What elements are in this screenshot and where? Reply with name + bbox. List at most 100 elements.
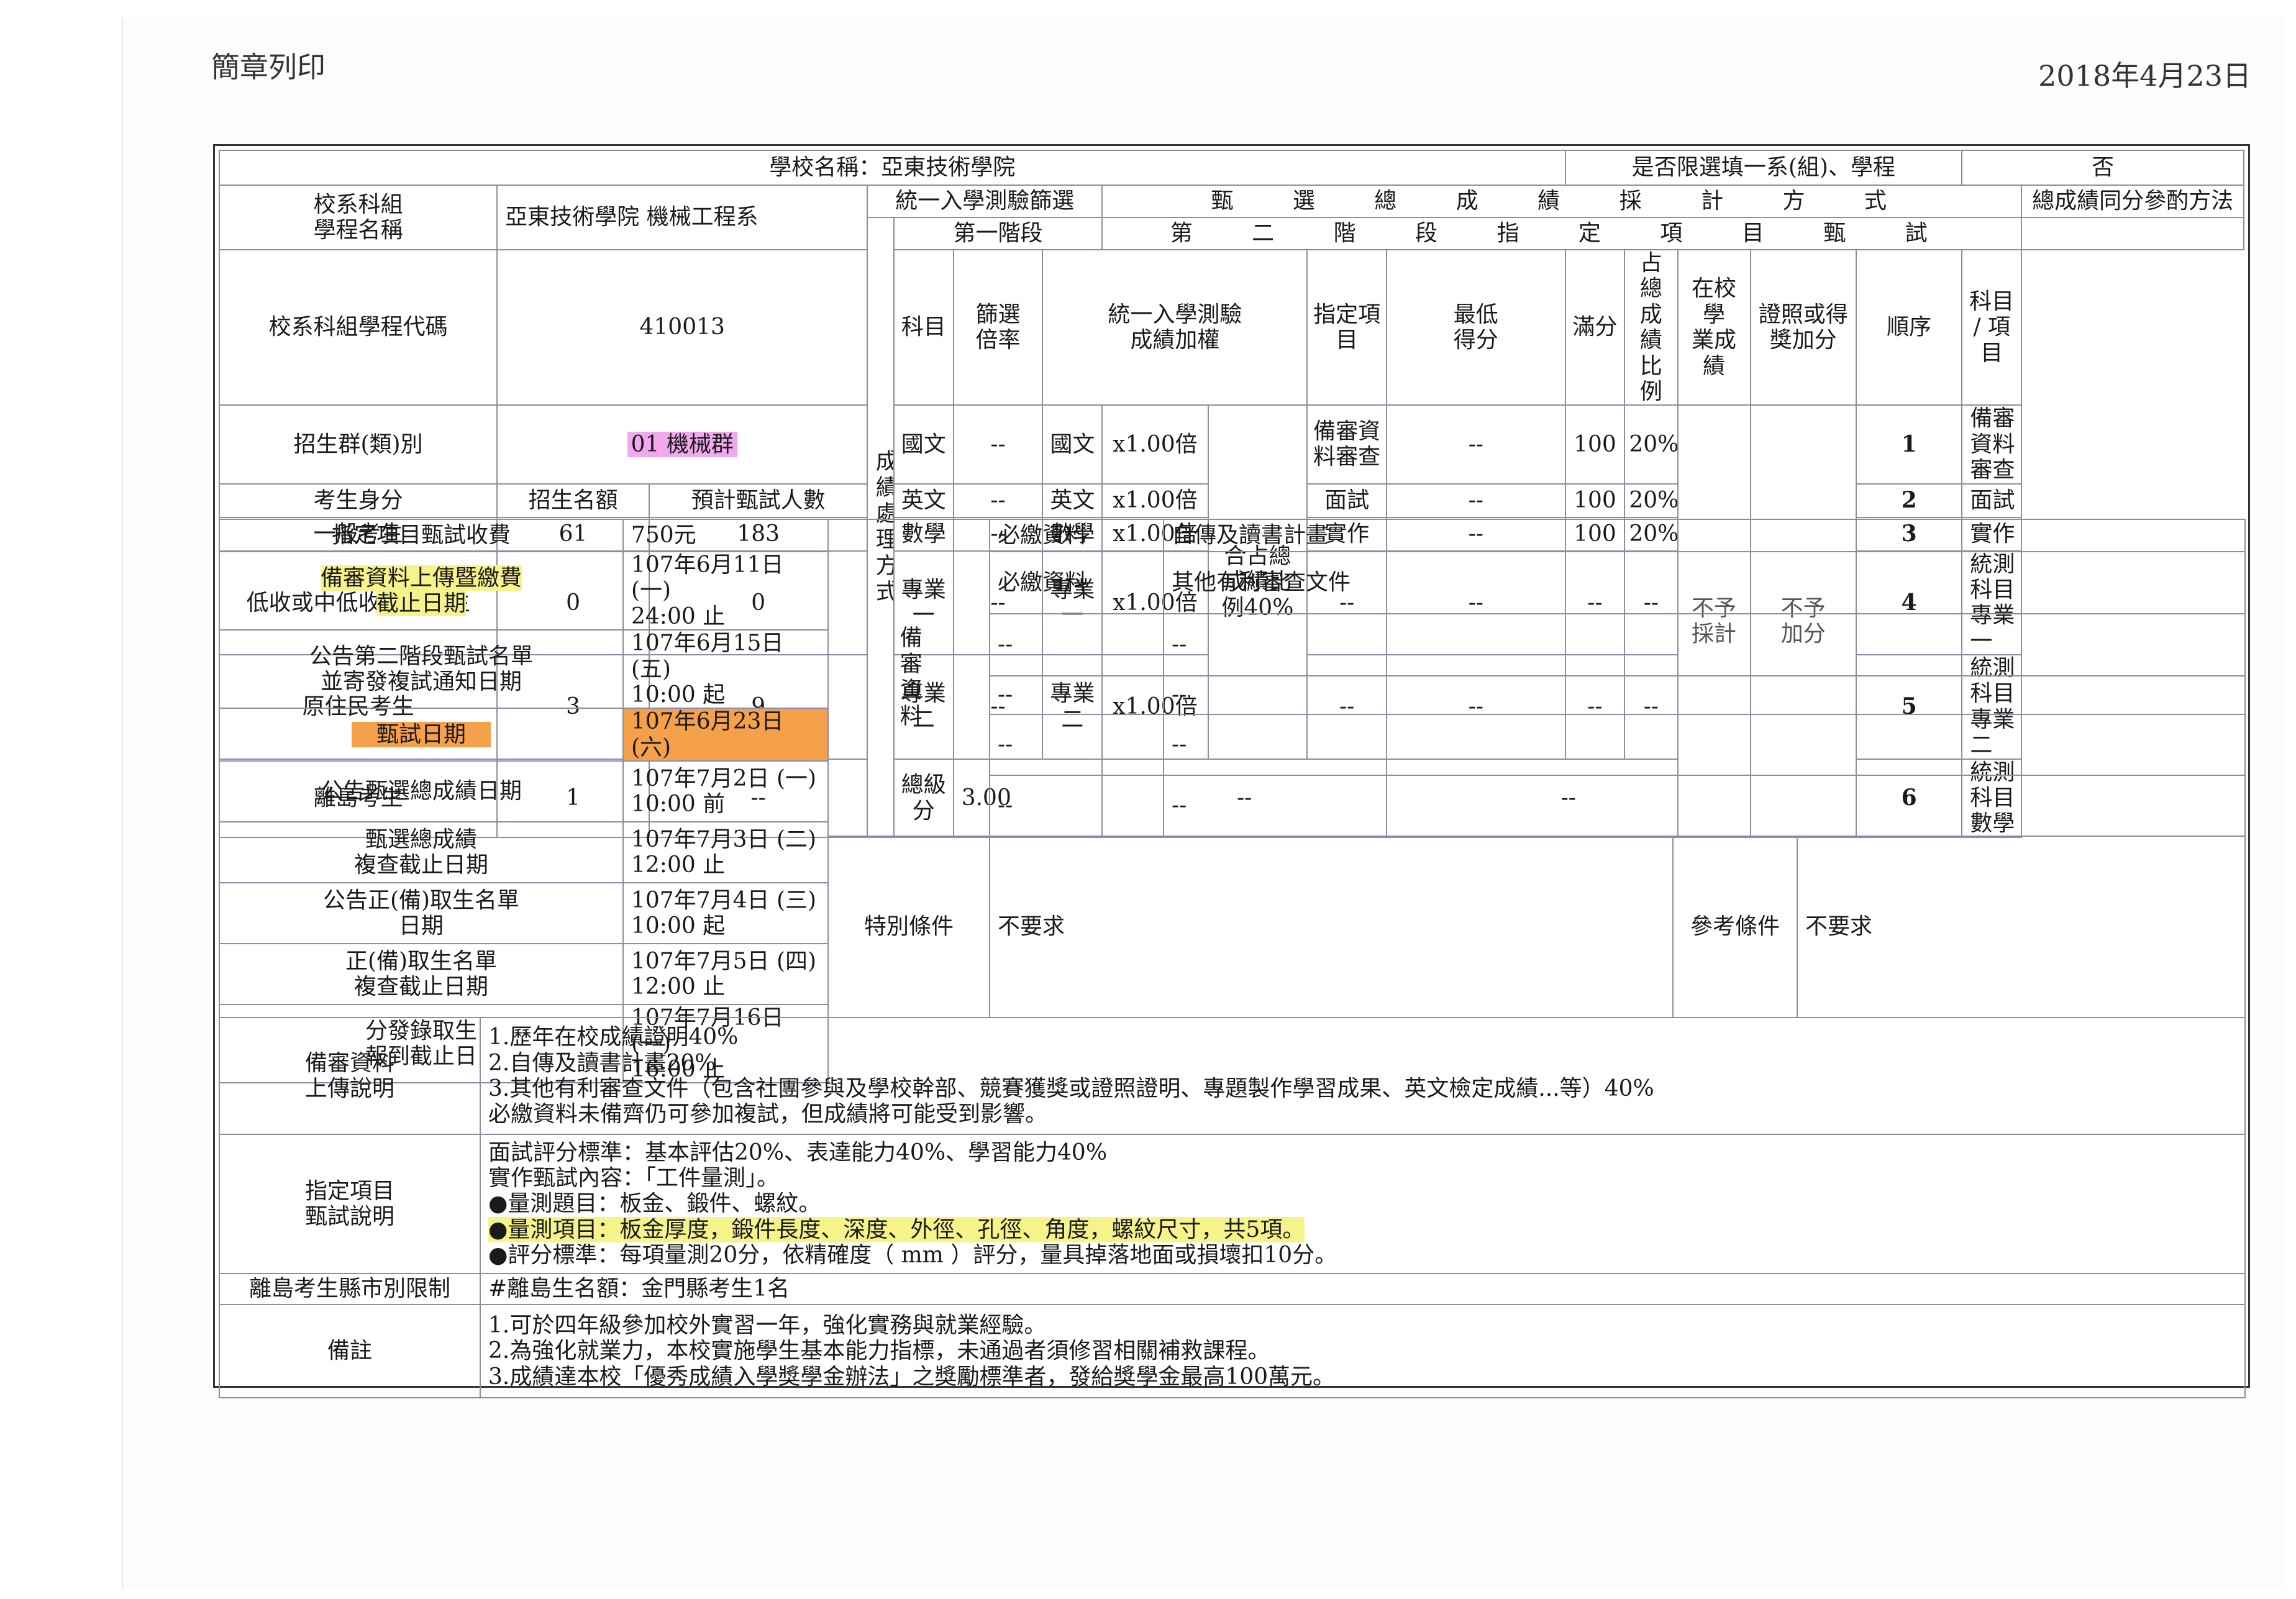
review-type: -- xyxy=(989,775,1164,837)
group-label: 招生群(類)別 xyxy=(218,404,498,485)
schedule-value: 107年7月4日 (三) 10:00 起 xyxy=(622,882,829,945)
col-weight: 統一入學測驗 成績加權 xyxy=(1042,248,1308,406)
review-content: -- xyxy=(1163,613,2246,676)
conditions-table: 特別條件 不要求 參考條件 不要求 xyxy=(827,836,2246,1018)
notes-line: 1.可於四年級參加校外實習一年，強化實務與就業經驗。 xyxy=(488,1312,1047,1338)
col-full: 滿分 xyxy=(1564,248,1626,406)
schedule-value: 750元 xyxy=(622,519,829,552)
island-value: #離島生名額：金門縣考生1名 xyxy=(480,1273,2246,1305)
tie-item: 面試 xyxy=(1961,483,2023,518)
col-order: 順序 xyxy=(1855,248,1963,406)
limit-value-cell: 否 xyxy=(1961,150,2244,186)
schedule-label: 甄選總成績 複查截止日期 xyxy=(219,821,624,884)
print-title: 簡章列印 xyxy=(211,50,326,84)
col-subject: 科目 xyxy=(893,248,954,406)
review-type: 必繳資料 xyxy=(989,519,1164,552)
schedule-label-cell: 備審資料上傳暨繳費 截止日期 xyxy=(219,550,624,631)
stage1-title: 統一入學測驗篩選 xyxy=(867,184,1103,218)
special-condition-label: 特別條件 xyxy=(827,836,990,1018)
island-label: 離島考生縣市別限制 xyxy=(219,1273,481,1305)
dept-name-label: 校系科組 學程名稱 xyxy=(218,184,498,250)
print-date: 2018年4月23日 xyxy=(2038,59,2251,93)
tie-no: 1 xyxy=(1855,404,1963,485)
group-value-cell: 01 機械群 xyxy=(496,404,868,485)
review-table: 備審資料 必繳資料 自傳及讀書計畫 必繳資料 其他有利審查文件 -- -- -- --… xyxy=(827,519,2246,837)
schedule-label: 公告正(備)取生名單 日期 xyxy=(219,882,624,945)
s2-full: 100 xyxy=(1564,404,1626,485)
stage2-subtitle: 第 二 階 段 指 定 項 目 甄 試 xyxy=(1101,217,2023,250)
schedule-label: 指定項目甄試收費 xyxy=(219,519,624,552)
review-type: -- xyxy=(989,613,1164,676)
review-side-cell: 備審資料 xyxy=(827,519,990,837)
upload-line: 2.自傳及讀書計畫20% xyxy=(488,1050,716,1076)
w-subject: 國文 xyxy=(1042,404,1103,485)
exam-line: 面試評分標準：基本評估20%、表達能力40%、學習能力40% xyxy=(488,1139,1108,1165)
schedule-label: 公告第二階段甄試名單 並寄發複試通知日期 xyxy=(219,629,624,709)
upload-lines: 1.歷年在校成績證明40% 2.自傳及讀書計畫20% 3.其他有利審查文件（包含… xyxy=(480,1017,2246,1135)
schedule-value: 107年6月11日 (一) 24:00 止 xyxy=(622,550,829,631)
schedule-value: 107年6月15日 (五) 10:00 起 xyxy=(622,629,829,709)
dept-name-value: 亞東技術學院 機械工程系 xyxy=(496,184,868,250)
col-ratio: 篩選 倍率 xyxy=(952,248,1044,406)
schedule-value: 107年7月2日 (一) 10:00 前 xyxy=(622,760,829,823)
code-value: 410013 xyxy=(496,248,868,406)
s2-min: -- xyxy=(1386,404,1566,485)
code-label: 校系科組學程代碼 xyxy=(218,248,498,406)
exam-lines: 面試評分標準：基本評估20%、表達能力40%、學習能力40% 實作甄試內容：「工… xyxy=(480,1134,2246,1274)
quota-header-identity: 考生身分 xyxy=(218,483,498,518)
col-school: 在校學 業成績 xyxy=(1677,248,1751,406)
s1-ratio: -- xyxy=(952,483,1044,518)
tie-no: 2 xyxy=(1855,483,1963,518)
notes-lines: 1.可於四年級參加校外實習一年，強化實務與就業經驗。 2.為強化就業力，本校實施… xyxy=(480,1304,2246,1398)
tie-blank xyxy=(2021,217,2244,250)
s1-subject: 國文 xyxy=(893,404,954,485)
upload-line: 必繳資料未備齊仍可參加複試，但成績將可能受到影響。 xyxy=(488,1101,1048,1128)
col-item: 指定項目 xyxy=(1306,248,1387,406)
schedule-label: 正(備)取生名單 複查截止日期 xyxy=(219,943,624,1006)
review-content: 自傳及讀書計畫 xyxy=(1163,519,2246,552)
schedule-label: 公告甄選總成績日期 xyxy=(219,760,624,823)
reference-condition-value: 不要求 xyxy=(1797,836,2246,1018)
reference-condition-label: 參考條件 xyxy=(1672,836,1798,1018)
review-type: -- xyxy=(989,714,1164,776)
schedule-label: 備審資料上傳暨繳費 截止日期 xyxy=(320,565,522,617)
s2-min: -- xyxy=(1386,483,1566,518)
s2-full: 100 xyxy=(1564,483,1626,518)
col-tie-subject: 科目 / 項目 xyxy=(1961,248,2023,406)
schedule-value: 107年7月5日 (四) 12:00 止 xyxy=(622,943,829,1006)
s1-ratio: -- xyxy=(952,404,1044,485)
schedule-label: 甄試日期 xyxy=(351,722,491,748)
review-type: -- xyxy=(989,675,1164,715)
exam-line: ●量測題目：板金、鍛件、螺紋。 xyxy=(488,1191,821,1217)
limit-label-cell: 是否限選填一系(組)、學程 xyxy=(1564,150,1963,186)
exam-line-highlight-wrap: ●量測項目：板金厚度，鍛件長度、深度、外徑、孔徑、角度，螺紋尺寸，共5項。 xyxy=(488,1216,2241,1242)
w-subject: 英文 xyxy=(1042,483,1103,518)
col-min: 最低 得分 xyxy=(1386,248,1566,406)
review-content: -- xyxy=(1163,714,2246,776)
quota-header-count: 招生名額 xyxy=(496,483,650,518)
s2-item: 面試 xyxy=(1306,483,1387,518)
quota-header-planned: 預計甄試人數 xyxy=(648,483,868,518)
stage1-subtitle: 第一階段 xyxy=(893,217,1103,250)
s2-pct: 20% xyxy=(1624,404,1679,485)
stage2-title: 甄 選 總 成 績 採 計 方 式 xyxy=(1101,184,2023,218)
group-value: 01 機械群 xyxy=(627,431,737,457)
special-condition-value: 不要求 xyxy=(989,836,1674,1018)
exam-label: 指定項目 甄試說明 xyxy=(219,1134,481,1274)
review-side-label: 備審資料 xyxy=(896,626,922,730)
schedule-value: 107年7月3日 (二) 12:00 止 xyxy=(622,821,829,884)
col-bonus: 證照或得 獎加分 xyxy=(1749,248,1857,406)
notes-label: 備註 xyxy=(219,1304,481,1398)
notes-line: 3.成績達本校「優秀成績入學獎學金辦法」之獎勵標準者，發給獎學金最高100萬元。 xyxy=(488,1364,1336,1390)
upload-line: 1.歷年在校成績證明40% xyxy=(488,1024,739,1050)
exam-line: ●評分標準：每項量測20分，依精確度（ mm ）評分，量具掉落地面或損壞扣10分… xyxy=(488,1242,1337,1269)
tie-item: 備審資料審查 xyxy=(1961,404,2023,485)
s1-subject: 英文 xyxy=(893,483,954,518)
bottom-table: 備審資料 上傳說明 1.歷年在校成績證明40% 2.自傳及讀書計畫20% 3.其… xyxy=(219,1017,2246,1398)
exam-line: 實作甄試內容：「工件量測」。 xyxy=(488,1165,780,1191)
notes-line: 2.為強化就業力，本校實施學生基本能力指標，未通過者須修習相關補救課程。 xyxy=(488,1338,1270,1364)
w-weight: x1.00倍 xyxy=(1101,483,1209,518)
school-name-cell: 學校名稱：亞東技術學院 xyxy=(219,150,1566,186)
review-content: -- xyxy=(1163,775,2246,837)
brochure-frame: 學校名稱：亞東技術學院 是否限選填一系(組)、學程 否 校系科組 學程名稱 亞東… xyxy=(213,144,2250,1398)
